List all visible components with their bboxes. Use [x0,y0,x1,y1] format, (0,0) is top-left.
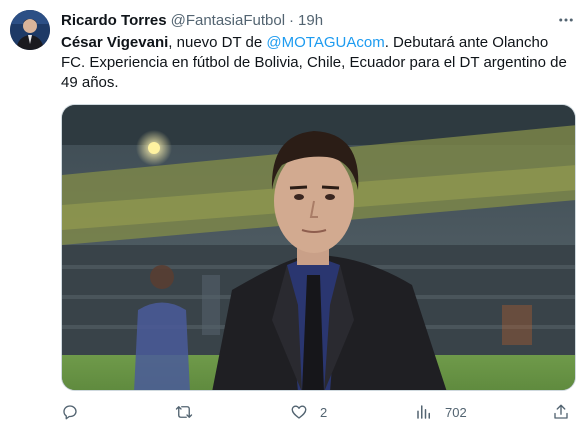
reply-button[interactable] [61,400,91,424]
like-button[interactable]: 2 [290,400,327,424]
retweet-icon [175,406,193,418]
retweet-button[interactable] [175,400,205,424]
author-name[interactable]: Ricardo Torres [61,12,167,29]
like-count: 2 [320,404,328,420]
share-icon [554,404,568,419]
tweet-photo[interactable] [61,104,576,391]
more-button[interactable] [556,10,576,30]
tweet-bold-name: César Vigevani [61,34,169,51]
views-button[interactable]: 702 [415,400,467,424]
tweet-time[interactable]: 19h [298,12,323,29]
separator: · [289,11,295,29]
author-handle[interactable]: @FantasiaFutbol [171,12,285,29]
tweet-text: César Vigevani, nuevo DT de @MOTAGUAcom.… [61,33,576,93]
views-count: 702 [445,404,467,420]
tweet-text-part1: , nuevo DT de [168,34,267,51]
avatar[interactable] [10,10,50,50]
like-icon [291,405,307,419]
share-button[interactable] [552,400,570,424]
views-icon [417,405,430,419]
tweet-header: Ricardo Torres @FantasiaFutbol · 19h [61,9,576,31]
action-bar: 2 702 [61,400,576,424]
mention-link[interactable]: @MOTAGUAcom [266,34,384,51]
reply-icon [63,405,77,420]
more-icon [559,18,573,22]
